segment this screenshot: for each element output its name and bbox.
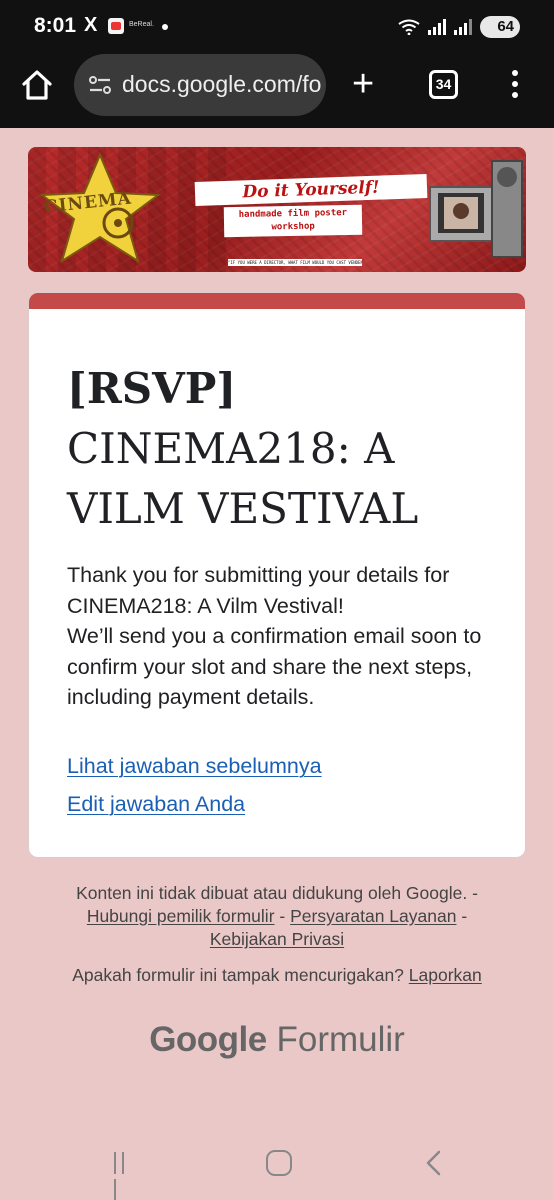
logo-forms-text: Formulir — [276, 1020, 405, 1059]
footer-disclaimer: Konten ini tidak dibuat atau didukung ol… — [0, 882, 554, 951]
recent-apps-icon[interactable] — [114, 1152, 136, 1200]
workshop-subline-2: workshop — [271, 221, 315, 233]
address-bar[interactable]: docs.google.com/fo — [74, 54, 326, 116]
bereal-label: BeReal. — [129, 21, 154, 28]
confirmation-message-2: We’ll send you a confirmation email soon… — [67, 624, 482, 709]
signal-icon-2 — [454, 19, 472, 35]
form-title-tag: [RSVP] — [67, 364, 237, 413]
edit-response-link[interactable]: Edit jawaban Anda — [67, 792, 245, 817]
url-text[interactable]: docs.google.com/fo — [122, 71, 321, 98]
tab-switcher-button[interactable]: 34 — [429, 70, 458, 99]
card-accent-bar — [29, 293, 525, 309]
status-indicators: 64 — [398, 15, 520, 39]
notification-dot-icon — [162, 24, 168, 30]
x-app-icon: X — [84, 14, 98, 36]
system-nav-bar — [0, 1124, 554, 1200]
browser-toolbar: docs.google.com/fo + 34 — [0, 54, 554, 128]
banner-quote: "IF YOU WERE A DIRECTOR, WHAT FILM WOULD… — [228, 259, 362, 266]
workshop-subline-1: handmade film poster — [238, 208, 348, 220]
status-time: 8:01 — [34, 14, 77, 37]
browser-home-icon[interactable] — [20, 68, 54, 102]
new-tab-button[interactable]: + — [352, 65, 374, 103]
wifi-icon — [398, 19, 420, 35]
form-title-name: CINEMA218: A VILM VESTIVAL — [67, 424, 419, 533]
workshop-subline: handmade film poster workshop — [223, 204, 363, 238]
suspicious-text: Apakah formulir ini tampak mencurigakan? — [72, 965, 404, 985]
home-icon[interactable] — [266, 1150, 292, 1176]
signal-icon — [428, 19, 446, 35]
view-previous-response-link[interactable]: Lihat jawaban sebelumnya — [67, 754, 322, 779]
disclaimer-text: Konten ini tidak dibuat atau didukung ol… — [76, 883, 468, 903]
camcorder-image — [429, 160, 523, 258]
site-settings-icon[interactable] — [88, 74, 112, 96]
separator: - — [456, 906, 468, 926]
privacy-link[interactable]: Kebijakan Privasi — [210, 929, 344, 949]
confirmation-message-1: Thank you for submitting your details fo… — [67, 563, 450, 618]
report-link[interactable]: Laporkan — [409, 965, 482, 985]
battery-indicator: 64 — [480, 16, 520, 38]
separator: - — [467, 883, 478, 903]
contact-owner-link[interactable]: Hubungi pemilik formulir — [87, 906, 275, 926]
status-bar: 8:01 X BeReal. 64 — [0, 0, 554, 54]
confirmation-message: Thank you for submitting your details fo… — [67, 560, 507, 713]
report-row: Apakah formulir ini tampak mencurigakan?… — [0, 965, 554, 986]
logo-google-text: Google — [149, 1020, 267, 1059]
form-title: [RSVP] CINEMA218: A VILM VESTIVAL — [67, 359, 507, 539]
more-menu-button[interactable] — [512, 70, 520, 100]
separator: - — [274, 906, 291, 926]
google-forms-logo[interactable]: Google Formulir — [0, 1020, 554, 1060]
terms-link[interactable]: Persyaratan Layanan — [290, 906, 456, 926]
bereal-app-icon — [108, 18, 124, 34]
confirmation-card: [RSVP] CINEMA218: A VILM VESTIVAL Thank … — [28, 292, 526, 858]
form-header-banner: CINEMA Do it Yourself! handmade film pos… — [28, 147, 526, 272]
back-icon[interactable] — [424, 1150, 442, 1176]
